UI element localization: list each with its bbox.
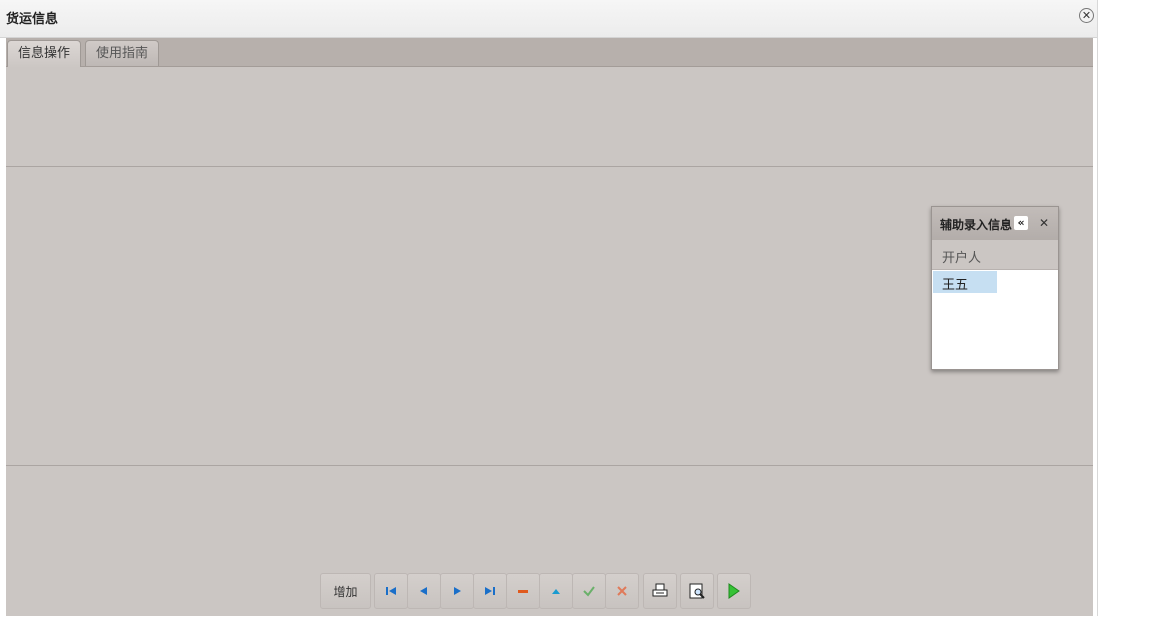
- content-panel: [6, 67, 1093, 616]
- last-record-button[interactable]: [473, 573, 507, 609]
- list-item-label: 王五: [942, 278, 969, 293]
- run-icon: [728, 583, 740, 599]
- section-divider: [6, 166, 1093, 167]
- assist-input-popup: 辅助录入信息 « ✕ 开户人 王五: [931, 206, 1059, 370]
- popup-title: 辅助录入信息: [940, 218, 1013, 232]
- popup-header: 辅助录入信息 « ✕: [932, 207, 1058, 240]
- popup-close-icon[interactable]: ✕: [1036, 215, 1052, 231]
- list-item[interactable]: 王五: [933, 271, 997, 293]
- move-up-button[interactable]: [539, 573, 573, 609]
- next-icon: [454, 587, 461, 595]
- first-icon: [386, 587, 396, 595]
- run-button[interactable]: [717, 573, 751, 609]
- cancel-icon: [617, 586, 627, 596]
- add-button[interactable]: 增加: [320, 573, 371, 609]
- tab-user-guide[interactable]: 使用指南: [85, 40, 160, 66]
- window-title: 货运信息: [6, 12, 59, 27]
- tab-strip: 信息操作 使用指南: [6, 38, 1093, 68]
- print-button[interactable]: [643, 573, 677, 609]
- confirm-button[interactable]: [572, 573, 606, 609]
- column-header-account-holder: 开户人: [942, 251, 982, 266]
- last-icon: [485, 587, 495, 595]
- print-preview-icon: [689, 583, 705, 599]
- close-window-icon[interactable]: ✕: [1079, 8, 1094, 23]
- prev-record-button[interactable]: [407, 573, 441, 609]
- main-window: 货运信息 ✕ 信息操作 使用指南 增加 辅助录入信息 « ✕ 开户人 王五: [0, 0, 1098, 616]
- print-preview-button[interactable]: [680, 573, 714, 609]
- delete-icon: [518, 590, 528, 593]
- tab-info-operation[interactable]: 信息操作: [7, 40, 82, 68]
- prev-icon: [420, 587, 427, 595]
- collapse-icon[interactable]: «: [1014, 216, 1028, 230]
- cancel-button[interactable]: [605, 573, 639, 609]
- confirm-icon: [583, 586, 595, 597]
- print-icon: [652, 583, 668, 597]
- add-button-label: 增加: [333, 584, 358, 599]
- section-divider: [6, 465, 1093, 466]
- next-record-button[interactable]: [440, 573, 474, 609]
- first-record-button[interactable]: [374, 573, 408, 609]
- popup-column-header: 开户人: [932, 240, 1058, 270]
- up-icon: [552, 589, 560, 594]
- delete-button[interactable]: [506, 573, 540, 609]
- window-titlebar: 货运信息 ✕: [0, 0, 1097, 38]
